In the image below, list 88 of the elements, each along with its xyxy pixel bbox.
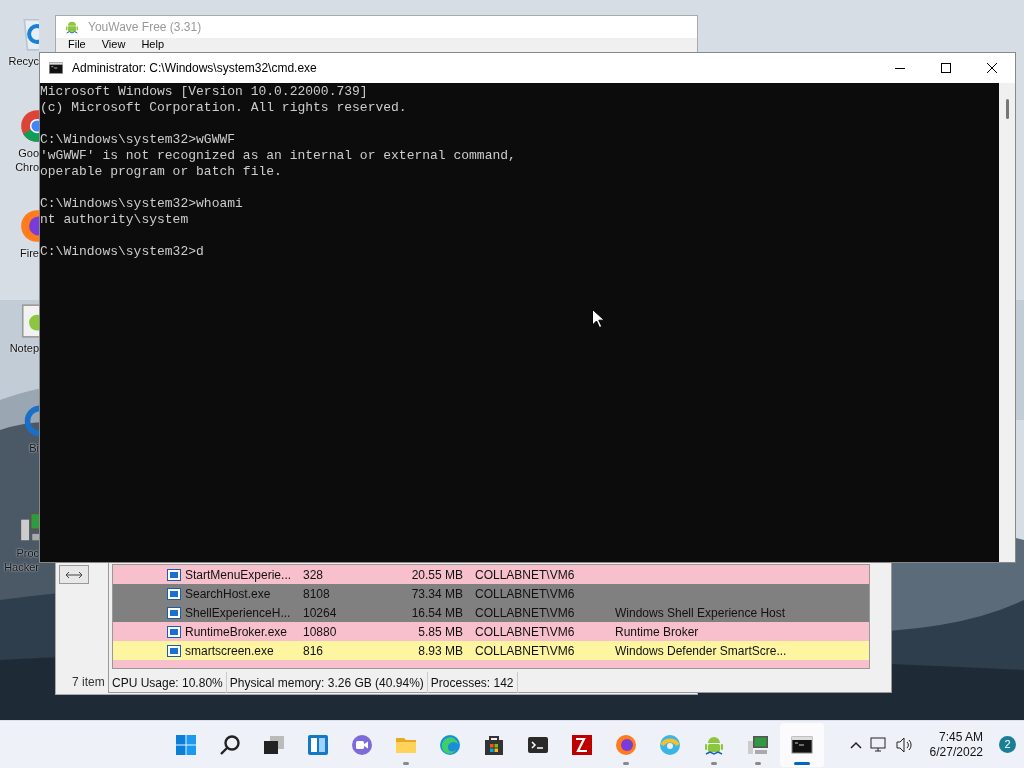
- process-id: 8108: [303, 585, 331, 603]
- status-text: Processes: 142: [427, 672, 518, 693]
- desktop-icon-label: Recyc: [8, 54, 39, 68]
- process-row[interactable]: StartMenuExperie... 328 20.55 MB COLLABNET\VM6: [113, 565, 869, 584]
- window-app-icon: [167, 644, 181, 657]
- console-line: Microsoft Windows [Version 10.0.22000.739]: [40, 84, 368, 100]
- chat-icon: [350, 732, 374, 757]
- memory-usage: 20.55 MB: [410, 566, 464, 584]
- double-arrow-icon: [65, 570, 83, 579]
- desktop-icon-label: Hacker: [4, 560, 39, 574]
- maximize-icon: [941, 63, 951, 73]
- memory-usage: 73.34 MB: [410, 585, 464, 603]
- clock-time: 7:45 AM: [938, 729, 983, 745]
- window-title: YouWave Free (3.31): [88, 19, 202, 36]
- window-app-icon: [167, 625, 181, 638]
- memory-usage: 5.85 MB: [417, 623, 464, 641]
- process-name: RuntimeBroker.exe: [185, 623, 289, 641]
- process-row[interactable]: ShellExperienceH... 10264 16.54 MB COLLABNET\VM6 Windows Shell Experience Host: [113, 603, 869, 622]
- desktop-icon-label: Bi: [29, 441, 39, 455]
- running-indicator: [711, 761, 717, 765]
- zigzag-app-icon: [570, 732, 594, 757]
- close-icon: [987, 63, 997, 73]
- process-id: 10880: [303, 623, 338, 641]
- status-text: CPU Usage: 10.80%: [109, 672, 227, 693]
- console-line: C:\Windows\system32>whoami: [40, 196, 243, 212]
- process-id: 816: [303, 642, 325, 660]
- process-row[interactable]: smartscreen.exe 816 8.93 MB COLLABNET\VM6 Windows Defender SmartScre...: [113, 641, 869, 660]
- window-app-icon: [167, 606, 181, 619]
- process-id: 328: [303, 566, 325, 584]
- process-name: SearchHost.exe: [185, 585, 272, 603]
- running-indicator: [623, 761, 629, 765]
- browser-icon: [438, 732, 462, 757]
- user-name: COLLABNET\VM6: [475, 585, 576, 603]
- start-icon: [174, 732, 198, 757]
- process-description: Windows Defender SmartScre...: [615, 642, 787, 660]
- memory-usage: 16.54 MB: [410, 604, 464, 622]
- status-text: Physical memory: 3.26 GB (40.94%): [226, 672, 428, 693]
- console-icon: [48, 60, 64, 76]
- taskbar-app[interactable]: [780, 722, 824, 767]
- memory-usage: 8.93 MB: [417, 642, 464, 660]
- user-name: COLLABNET\VM6: [475, 566, 576, 584]
- running-indicator: [794, 761, 810, 765]
- mouse-cursor-icon: [592, 309, 604, 328]
- running-indicator: [755, 761, 761, 765]
- resize-button[interactable]: [59, 565, 89, 584]
- network-icon[interactable]: [869, 736, 888, 753]
- user-name: COLLABNET\VM6: [475, 604, 576, 622]
- desktop-icon-label: Chro: [15, 160, 39, 174]
- process-name: smartscreen.exe: [185, 642, 275, 660]
- running-indicator: [403, 761, 409, 765]
- desktop-icon-label: Fire: [20, 246, 39, 260]
- console-line: nt authority\system: [40, 212, 189, 228]
- android-icon: [64, 19, 80, 35]
- window-app-icon: [167, 568, 181, 581]
- console-line: operable program or batch file.: [40, 164, 282, 180]
- widgets-icon: [306, 732, 330, 757]
- process-description: Runtime Broker: [615, 623, 699, 641]
- desktop-icon-label: Goo: [18, 146, 39, 160]
- console-line: 'wGWWF' is not recognized as an internal or external command,: [40, 148, 516, 164]
- process-row[interactable]: RuntimeBroker.exe 10880 5.85 MB COLLABNET\VM6 Runtime Broker: [113, 622, 869, 641]
- process-name: ShellExperienceH...: [185, 604, 292, 622]
- process-id: 10264: [303, 604, 338, 622]
- chevron-up-icon[interactable]: [849, 740, 862, 749]
- window-app-icon: [167, 587, 181, 600]
- desktop-icon-label: Notep: [9, 341, 39, 355]
- window-title: Administrator: C:\Windows\system32\cmd.exe: [72, 60, 317, 77]
- clock[interactable]: 7:45 AM 6/27/2022: [921, 729, 991, 760]
- minimize-icon: [895, 67, 905, 69]
- status-text: 7 item: [72, 675, 105, 689]
- user-name: COLLABNET\VM6: [475, 623, 576, 641]
- process-description: Windows Shell Experience Host: [615, 604, 786, 622]
- menu-item[interactable]: File: [68, 38, 86, 50]
- menu-item[interactable]: View: [101, 38, 126, 50]
- desktop-icon-label: Proc: [16, 546, 39, 560]
- swirl-icon: [658, 732, 682, 757]
- process-row[interactable]: SearchHost.exe 8108 73.34 MB COLLABNET\VM6: [113, 584, 869, 603]
- volume-icon[interactable]: [895, 736, 914, 753]
- scrollbar[interactable]: [999, 83, 1015, 562]
- firefox-icon: [614, 732, 638, 757]
- console-line: C:\Windows\system32>d: [40, 244, 204, 260]
- user-name: COLLABNET\VM6: [475, 642, 576, 660]
- clock-date: 6/27/2022: [929, 744, 983, 760]
- menu-item[interactable]: Help: [141, 38, 164, 50]
- console-line: C:\Windows\system32>wGWWF: [40, 132, 236, 148]
- search-icon: [218, 732, 242, 757]
- notification-badge[interactable]: 2: [999, 736, 1016, 753]
- console-line: (c) Microsoft Corporation. All rights reserved.: [40, 100, 407, 116]
- process-name: StartMenuExperie...: [185, 566, 293, 584]
